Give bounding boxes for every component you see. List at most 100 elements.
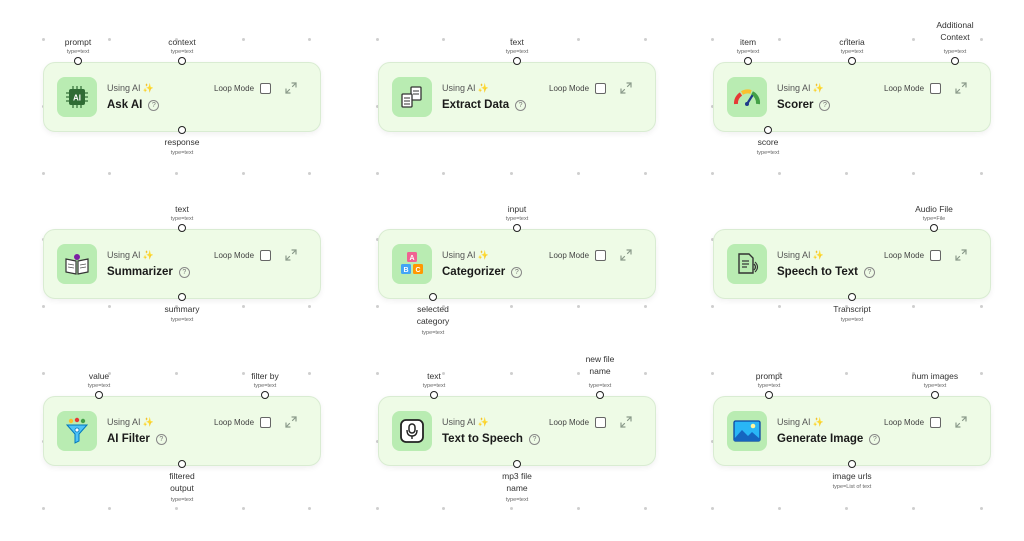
svg-text:A: A xyxy=(409,255,414,262)
loop-mode-checkbox[interactable] xyxy=(930,417,942,428)
node-generate-image[interactable]: Using AI ✨ Generate Image? Loop Mode xyxy=(713,396,991,466)
gauge-icon xyxy=(727,77,767,117)
loop-mode-checkbox[interactable] xyxy=(595,250,607,261)
grid-dot xyxy=(711,507,714,510)
input-port-handle[interactable] xyxy=(95,391,103,399)
help-icon[interactable]: ? xyxy=(178,266,190,278)
loop-mode-checkbox[interactable] xyxy=(260,83,272,94)
grid-dot xyxy=(376,507,379,510)
svg-text:C: C xyxy=(415,267,420,274)
expand-icon[interactable] xyxy=(284,415,298,429)
input-port-label: text xyxy=(510,37,524,47)
input-port-type: type=text xyxy=(736,49,760,55)
output-port-handle[interactable] xyxy=(764,126,772,134)
expand-icon[interactable] xyxy=(619,415,633,429)
loop-mode-toggle[interactable]: Loop Mode xyxy=(214,83,272,94)
loop-mode-checkbox[interactable] xyxy=(595,83,607,94)
help-icon[interactable]: ? xyxy=(528,433,540,445)
output-port-handle[interactable] xyxy=(178,126,186,134)
grid-dot xyxy=(242,507,245,510)
loop-mode-checkbox[interactable] xyxy=(930,83,942,94)
grid-dot xyxy=(845,372,848,375)
node-extract-data[interactable]: Using AI ✨ Extract Data? Loop Mode xyxy=(378,62,656,132)
output-port-handle[interactable] xyxy=(178,460,186,468)
input-port-label: text xyxy=(175,204,189,214)
node-summarizer[interactable]: Using AI ✨ Summarizer? Loop Mode xyxy=(43,229,321,299)
grid-dot xyxy=(108,305,111,308)
output-port-handle[interactable] xyxy=(513,460,521,468)
workflow-canvas[interactable]: AI Using AI ✨ Ask AI? Loop Mode prompt type=te… xyxy=(0,0,1024,541)
input-port-handle[interactable] xyxy=(765,391,773,399)
node-title: Extract Data? xyxy=(442,99,527,111)
grid-dot xyxy=(644,507,647,510)
loop-mode-toggle[interactable]: Loop Mode xyxy=(214,417,272,428)
sparkle-icon: ✨ xyxy=(812,250,824,260)
loop-mode-toggle[interactable]: Loop Mode xyxy=(884,83,942,94)
grid-dot xyxy=(711,305,714,308)
loop-mode-checkbox[interactable] xyxy=(260,417,272,428)
input-port-type: type=text xyxy=(422,383,446,389)
help-icon[interactable]: ? xyxy=(511,266,523,278)
loop-mode-toggle[interactable]: Loop Mode xyxy=(549,83,607,94)
node-title: Summarizer? xyxy=(107,266,190,278)
grid-dot xyxy=(108,172,111,175)
help-icon[interactable]: ? xyxy=(515,99,527,111)
input-port-handle[interactable] xyxy=(178,57,186,65)
help-icon[interactable]: ? xyxy=(155,433,167,445)
output-port-handle[interactable] xyxy=(848,293,856,301)
grid-dot xyxy=(442,172,445,175)
loop-mode-toggle[interactable]: Loop Mode xyxy=(214,250,272,261)
input-port-handle[interactable] xyxy=(848,57,856,65)
grid-dot xyxy=(778,507,781,510)
grid-dot xyxy=(175,507,178,510)
loop-mode-checkbox[interactable] xyxy=(930,250,942,261)
input-port-label: new file name xyxy=(585,354,615,376)
using-ai-text: Using AI xyxy=(442,417,476,427)
node-text-to-speech[interactable]: Using AI ✨ Text to Speech? Loop Mode xyxy=(378,396,656,466)
help-icon[interactable]: ? xyxy=(148,99,160,111)
expand-icon[interactable] xyxy=(954,415,968,429)
input-port-handle[interactable] xyxy=(744,57,752,65)
input-port-type: type=text xyxy=(923,383,947,389)
output-port-handle[interactable] xyxy=(429,293,437,301)
expand-icon[interactable] xyxy=(284,81,298,95)
loop-mode-toggle[interactable]: Loop Mode xyxy=(884,250,942,261)
help-icon[interactable]: ? xyxy=(869,433,881,445)
input-port-handle[interactable] xyxy=(513,224,521,232)
input-port-handle[interactable] xyxy=(74,57,82,65)
node-ask-ai[interactable]: AI Using AI ✨ Ask AI? Loop Mode xyxy=(43,62,321,132)
input-port-handle[interactable] xyxy=(261,391,269,399)
loop-mode-toggle[interactable]: Loop Mode xyxy=(549,250,607,261)
expand-icon[interactable] xyxy=(619,248,633,262)
expand-icon[interactable] xyxy=(284,248,298,262)
node-title: Categorizer? xyxy=(442,266,523,278)
expand-icon[interactable] xyxy=(954,248,968,262)
input-port-label: prompt xyxy=(64,37,92,47)
sparkle-icon: ✨ xyxy=(142,417,154,427)
input-port-handle[interactable] xyxy=(513,57,521,65)
node-scorer[interactable]: Using AI ✨ Scorer? Loop Mode xyxy=(713,62,991,132)
node-ai-filter[interactable]: Using AI ✨ AI Filter? Loop Mode xyxy=(43,396,321,466)
grid-dot xyxy=(577,172,580,175)
output-port-handle[interactable] xyxy=(178,293,186,301)
loop-mode-toggle[interactable]: Loop Mode xyxy=(549,417,607,428)
help-icon[interactable]: ? xyxy=(819,99,831,111)
input-port-handle[interactable] xyxy=(178,224,186,232)
output-port-label: mp3 file name xyxy=(502,471,532,493)
expand-icon[interactable] xyxy=(619,81,633,95)
input-port-handle[interactable] xyxy=(930,224,938,232)
input-port-label: filter by xyxy=(251,371,279,381)
loop-mode-toggle[interactable]: Loop Mode xyxy=(884,417,942,428)
node-categorizer[interactable]: A B C Using AI ✨ Categorizer? Loop Mode xyxy=(378,229,656,299)
input-port-handle[interactable] xyxy=(430,391,438,399)
help-icon[interactable]: ? xyxy=(863,266,875,278)
loop-mode-checkbox[interactable] xyxy=(595,417,607,428)
input-port-handle[interactable] xyxy=(931,391,939,399)
grid-dot xyxy=(308,372,311,375)
input-port-handle[interactable] xyxy=(951,57,959,65)
node-speech-to-text[interactable]: Using AI ✨ Speech to Text? Loop Mode xyxy=(713,229,991,299)
expand-icon[interactable] xyxy=(954,81,968,95)
output-port-handle[interactable] xyxy=(848,460,856,468)
input-port-handle[interactable] xyxy=(596,391,604,399)
loop-mode-checkbox[interactable] xyxy=(260,250,272,261)
